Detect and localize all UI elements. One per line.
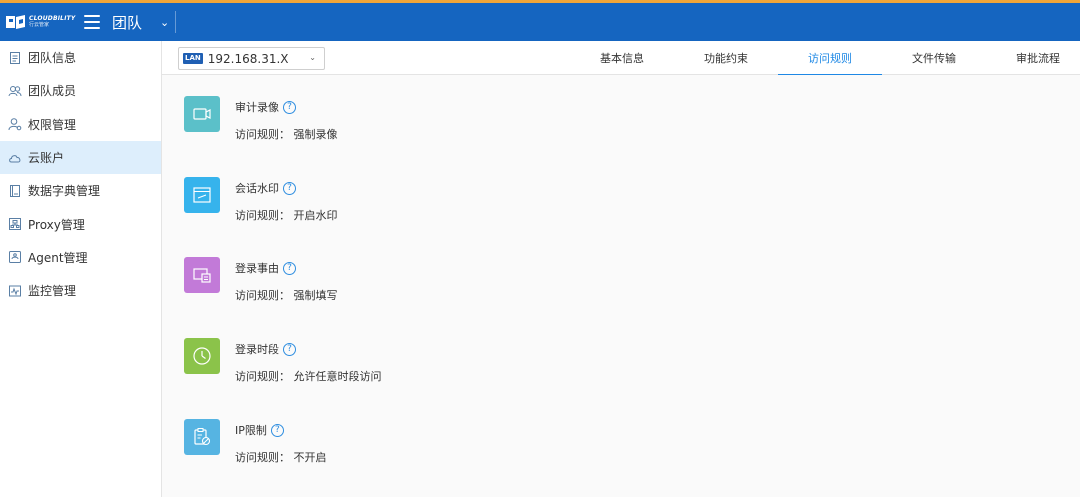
sidebar-item-label: 团队成员 — [28, 84, 77, 99]
login-reason-icon — [184, 257, 220, 293]
sidebar-item-label: Agent管理 — [28, 250, 88, 265]
rule-title-text: 登录事由 — [235, 262, 279, 275]
top-bar: CLOUDBILITY 行云管家 团队 ⌄ — [0, 3, 1080, 41]
rule-title-text: 登录时段 — [235, 343, 279, 356]
content-toolbar: LAN 192.168.31.X ⌄ 基本信息 功能约束 访问规则 文件传输 审… — [162, 41, 1080, 76]
user-permission-icon — [8, 117, 22, 131]
sidebar-item-label: 团队信息 — [28, 51, 77, 66]
lan-badge: LAN — [183, 53, 203, 64]
tab-function-constraints[interactable]: 功能约束 — [674, 41, 778, 75]
sidebar-item-team-members[interactable]: 团队成员 — [0, 74, 161, 107]
rule-session-watermark: 会话水印 ? 访问规则： 开启水印 — [184, 177, 684, 237]
sidebar: 团队信息 团队成员 权限管理 云账户 数据字典管理 Proxy管理 Agent管… — [0, 41, 162, 497]
sidebar-item-label: 数据字典管理 — [28, 184, 101, 199]
document-icon — [8, 51, 22, 65]
sidebar-item-team-info[interactable]: 团队信息 — [0, 41, 161, 74]
ip-restriction-icon — [184, 419, 220, 455]
sidebar-item-permissions[interactable]: 权限管理 — [0, 108, 161, 141]
help-icon[interactable]: ? — [283, 342, 296, 356]
tab-basic-info[interactable]: 基本信息 — [570, 41, 674, 75]
lan-value: 192.168.31.X — [207, 51, 289, 66]
help-icon[interactable]: ? — [283, 100, 296, 114]
lan-select[interactable]: LAN 192.168.31.X ⌄ — [178, 47, 325, 70]
chevron-down-icon[interactable]: ⌄ — [160, 16, 169, 29]
book-icon — [8, 184, 22, 198]
cloudbility-logo[interactable]: CLOUDBILITY 行云管家 — [6, 14, 76, 30]
rule-description: 访问规则： 开启水印 — [235, 209, 338, 222]
logo-mark-icon — [6, 14, 26, 30]
rule-description: 访问规则： 强制填写 — [235, 289, 338, 302]
users-icon — [8, 84, 22, 98]
rule-login-reason: 登录事由 ? 访问规则： 强制填写 — [184, 257, 684, 317]
help-icon[interactable]: ? — [283, 261, 296, 275]
help-icon[interactable]: ? — [270, 423, 284, 437]
rule-title: 会话水印 ? — [235, 180, 296, 196]
rule-ip-restriction: IP限制 ? 访问规则： 不开启 — [184, 419, 684, 479]
cloud-icon — [8, 151, 22, 165]
help-icon[interactable]: ? — [283, 181, 296, 195]
rule-title-text: IP限制 — [235, 424, 267, 437]
monitor-icon — [8, 284, 22, 298]
sidebar-item-label: 监控管理 — [28, 284, 77, 299]
tab-bar: 基本信息 功能约束 访问规则 文件传输 审批流程 — [570, 41, 1080, 76]
agent-icon — [8, 250, 22, 264]
tab-file-transfer[interactable]: 文件传输 — [882, 41, 986, 75]
rule-title: IP限制 ? — [235, 422, 284, 438]
access-rules-panel: 审计录像 ? 访问规则： 强制录像 会话水印 ? 访问规则： 开启水印 登录事由… — [162, 75, 1080, 497]
proxy-icon — [8, 217, 22, 231]
sidebar-item-label: 云账户 — [28, 151, 65, 166]
rule-title: 登录事由 ? — [235, 260, 296, 276]
rule-title-text: 会话水印 — [235, 182, 279, 195]
chevron-down-icon: ⌄ — [309, 53, 316, 62]
rule-description: 访问规则： 允许任意时段访问 — [235, 370, 382, 383]
video-icon — [184, 96, 220, 132]
tab-approval-flow[interactable]: 审批流程 — [986, 41, 1080, 75]
rule-title: 审计录像 ? — [235, 99, 296, 115]
sidebar-item-cloud-account[interactable]: 云账户 — [0, 140, 161, 175]
topbar-divider — [175, 11, 177, 33]
rule-description: 访问规则： 不开启 — [235, 451, 327, 464]
sidebar-item-proxy[interactable]: Proxy管理 — [0, 207, 161, 240]
sidebar-item-agent[interactable]: Agent管理 — [0, 241, 161, 274]
tab-access-rules[interactable]: 访问规则 — [778, 41, 882, 76]
rule-audit-recording: 审计录像 ? 访问规则： 强制录像 — [184, 96, 684, 156]
page-title: 团队 — [112, 13, 143, 32]
sidebar-item-data-dictionary[interactable]: 数据字典管理 — [0, 174, 161, 207]
clock-icon — [184, 338, 220, 374]
sidebar-item-label: 权限管理 — [28, 117, 77, 132]
watermark-icon — [184, 177, 220, 213]
sidebar-item-monitoring[interactable]: 监控管理 — [0, 274, 161, 307]
sidebar-item-label: Proxy管理 — [28, 217, 85, 232]
rule-title-text: 审计录像 — [235, 101, 279, 114]
hamburger-menu-icon[interactable] — [84, 15, 100, 29]
rule-description: 访问规则： 强制录像 — [235, 128, 338, 141]
rule-title: 登录时段 ? — [235, 341, 296, 357]
rule-login-period: 登录时段 ? 访问规则： 允许任意时段访问 — [184, 338, 684, 398]
logo-text-cn: 行云管家 — [29, 22, 50, 28]
